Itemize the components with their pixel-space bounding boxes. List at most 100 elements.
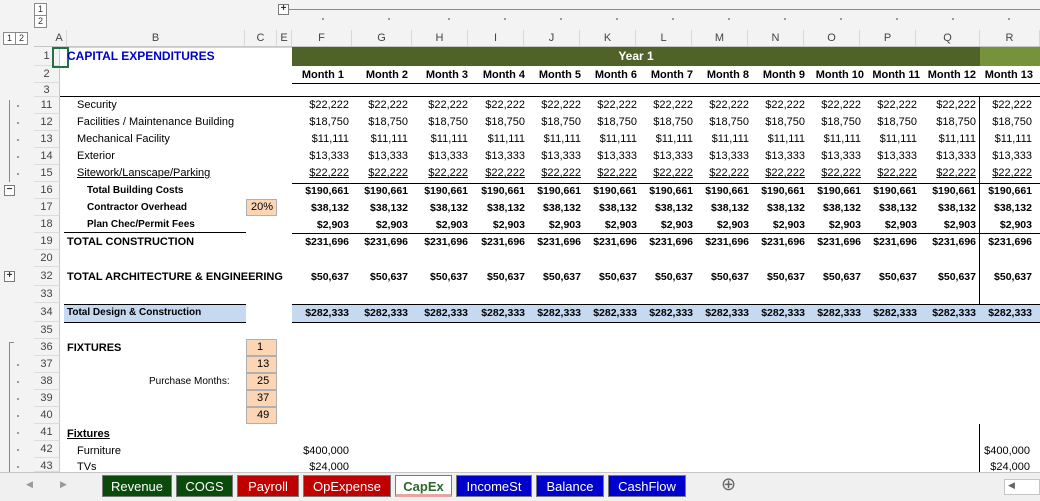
- value-cell[interactable]: $11,111: [580, 133, 637, 145]
- value-cell[interactable]: $38,132: [292, 202, 349, 214]
- value-cell[interactable]: $22,222: [916, 99, 976, 111]
- value-cell[interactable]: $190,661: [580, 185, 637, 197]
- row-header[interactable]: 17: [34, 199, 60, 216]
- row-header[interactable]: 38: [34, 373, 60, 390]
- value-cell[interactable]: $13,333: [916, 150, 976, 162]
- tab-revenue[interactable]: Revenue: [102, 475, 172, 497]
- value-cell[interactable]: $13,333: [860, 150, 917, 162]
- value-cell[interactable]: $2,903: [352, 219, 408, 231]
- value-cell[interactable]: $2,903: [748, 219, 805, 231]
- value-cell[interactable]: $190,661: [860, 185, 917, 197]
- add-sheet-button[interactable]: ⊕: [721, 474, 736, 495]
- row-group-collapse-button[interactable]: −: [4, 185, 15, 196]
- col-header-e[interactable]: E: [277, 30, 292, 46]
- value-cell[interactable]: $38,132: [916, 202, 976, 214]
- col-header-c[interactable]: C: [245, 30, 277, 46]
- value-cell[interactable]: $22,222: [412, 167, 468, 179]
- value-cell[interactable]: $18,750: [524, 116, 581, 128]
- furniture-month-13[interactable]: $400,000: [980, 445, 1030, 457]
- purchase-month-input[interactable]: 13: [246, 356, 277, 373]
- row-header[interactable]: 35: [34, 322, 60, 339]
- value-cell[interactable]: $190,661: [524, 185, 581, 197]
- value-cell[interactable]: $18,750: [292, 116, 349, 128]
- row-header[interactable]: 2: [34, 66, 60, 83]
- col-outline-level-2-button[interactable]: 2: [34, 15, 47, 28]
- value-cell[interactable]: $22,222: [468, 167, 525, 179]
- value-cell[interactable]: $13,333: [804, 150, 861, 162]
- value-cell[interactable]: $38,132: [412, 202, 468, 214]
- value-cell[interactable]: $11,111: [748, 133, 805, 145]
- row-header[interactable]: 20: [34, 250, 60, 267]
- value-cell[interactable]: $13,333: [468, 150, 525, 162]
- value-cell[interactable]: $282,333: [292, 307, 349, 319]
- value-cell[interactable]: $13,333: [580, 150, 637, 162]
- value-cell[interactable]: $282,333: [636, 307, 693, 319]
- value-cell[interactable]: $282,333: [412, 307, 468, 319]
- value-cell[interactable]: $22,222: [580, 167, 637, 179]
- value-cell[interactable]: $190,661: [980, 185, 1032, 197]
- value-cell[interactable]: $282,333: [692, 307, 749, 319]
- value-cell[interactable]: $282,333: [860, 307, 917, 319]
- value-cell[interactable]: $231,696: [692, 236, 749, 248]
- value-cell[interactable]: $22,222: [980, 167, 1032, 179]
- value-cell[interactable]: $282,333: [524, 307, 581, 319]
- value-cell[interactable]: $22,222: [292, 99, 349, 111]
- value-cell[interactable]: $2,903: [980, 219, 1032, 231]
- value-cell[interactable]: $18,750: [412, 116, 468, 128]
- value-cell[interactable]: $50,637: [524, 271, 581, 283]
- value-cell[interactable]: $22,222: [748, 167, 805, 179]
- value-cell[interactable]: $2,903: [860, 219, 917, 231]
- value-cell[interactable]: $11,111: [524, 133, 581, 145]
- value-cell[interactable]: $11,111: [412, 133, 468, 145]
- row-header[interactable]: 15: [34, 165, 60, 182]
- value-cell[interactable]: $2,903: [524, 219, 581, 231]
- value-cell[interactable]: $13,333: [636, 150, 693, 162]
- col-header-m[interactable]: M: [692, 30, 748, 46]
- value-cell[interactable]: $2,903: [580, 219, 637, 231]
- value-cell[interactable]: $11,111: [804, 133, 861, 145]
- value-cell[interactable]: $38,132: [860, 202, 917, 214]
- value-cell[interactable]: $13,333: [692, 150, 749, 162]
- value-cell[interactable]: $282,333: [804, 307, 861, 319]
- value-cell[interactable]: $282,333: [980, 307, 1032, 319]
- tab-cogs[interactable]: COGS: [176, 475, 233, 497]
- value-cell[interactable]: $2,903: [412, 219, 468, 231]
- value-cell[interactable]: $2,903: [692, 219, 749, 231]
- value-cell[interactable]: $11,111: [860, 133, 917, 145]
- col-header-l[interactable]: L: [636, 30, 692, 46]
- value-cell[interactable]: $282,333: [580, 307, 637, 319]
- col-header-k[interactable]: K: [580, 30, 636, 46]
- value-cell[interactable]: $50,637: [292, 271, 349, 283]
- value-cell[interactable]: $22,222: [748, 99, 805, 111]
- purchase-month-input[interactable]: 1: [246, 339, 277, 356]
- value-cell[interactable]: $22,222: [524, 99, 581, 111]
- value-cell[interactable]: $50,637: [352, 271, 408, 283]
- value-cell[interactable]: $18,750: [916, 116, 976, 128]
- col-header-n[interactable]: N: [748, 30, 804, 46]
- value-cell[interactable]: $50,637: [860, 271, 917, 283]
- value-cell[interactable]: $190,661: [352, 185, 408, 197]
- value-cell[interactable]: $38,132: [804, 202, 861, 214]
- value-cell[interactable]: $11,111: [352, 133, 408, 145]
- value-cell[interactable]: $22,222: [636, 99, 693, 111]
- value-cell[interactable]: $22,222: [292, 167, 349, 179]
- row-header[interactable]: 14: [34, 148, 60, 165]
- col-header-f[interactable]: F: [292, 30, 352, 46]
- value-cell[interactable]: $18,750: [980, 116, 1032, 128]
- value-cell[interactable]: $18,750: [636, 116, 693, 128]
- row-header[interactable]: 13: [34, 131, 60, 148]
- value-cell[interactable]: $22,222: [524, 167, 581, 179]
- value-cell[interactable]: $22,222: [804, 99, 861, 111]
- value-cell[interactable]: $13,333: [412, 150, 468, 162]
- value-cell[interactable]: $231,696: [412, 236, 468, 248]
- row-header[interactable]: 39: [34, 390, 60, 407]
- value-cell[interactable]: $190,661: [916, 185, 976, 197]
- value-cell[interactable]: $50,637: [748, 271, 805, 283]
- value-cell[interactable]: $22,222: [636, 167, 693, 179]
- value-cell[interactable]: $18,750: [748, 116, 805, 128]
- value-cell[interactable]: $231,696: [748, 236, 805, 248]
- value-cell[interactable]: $50,637: [636, 271, 693, 283]
- value-cell[interactable]: $13,333: [524, 150, 581, 162]
- value-cell[interactable]: $2,903: [468, 219, 525, 231]
- value-cell[interactable]: $22,222: [352, 167, 408, 179]
